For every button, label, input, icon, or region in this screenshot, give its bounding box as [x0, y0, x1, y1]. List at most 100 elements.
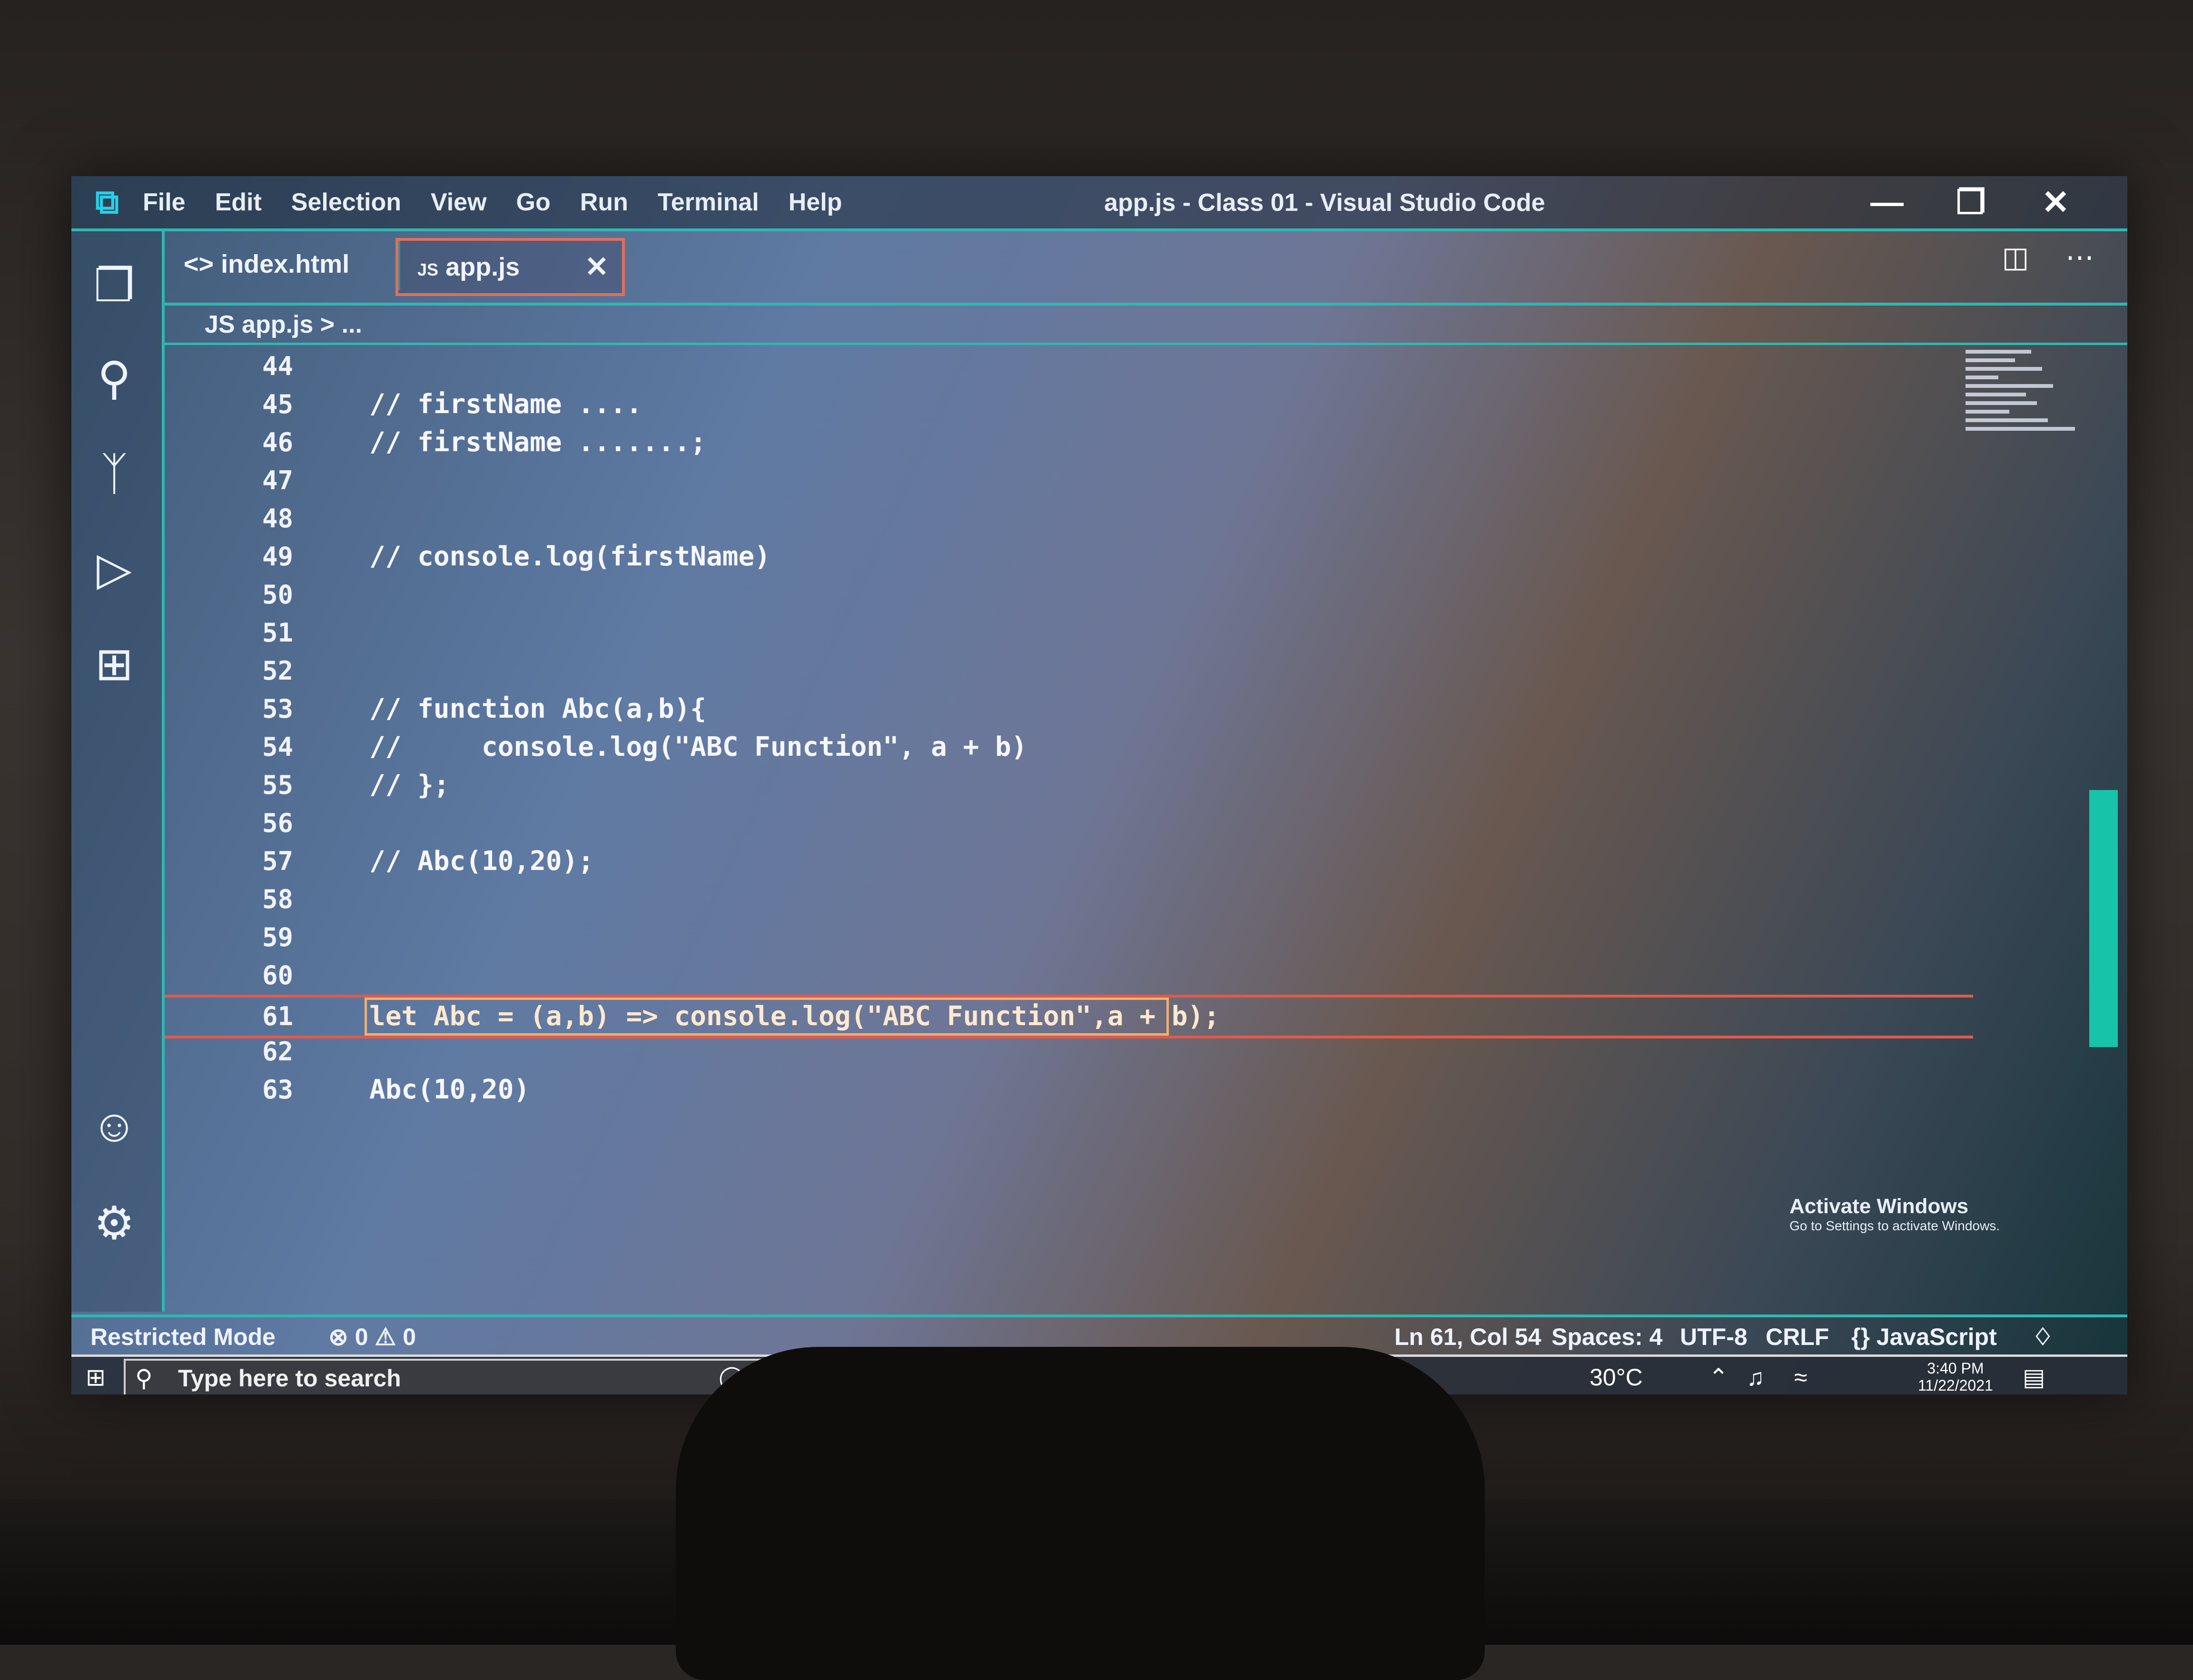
code-line[interactable]: 63 Abc(10,20)	[165, 1071, 1973, 1109]
code-text: // };	[369, 770, 450, 800]
explorer-icon[interactable]: ❐	[88, 260, 140, 312]
menu-edit[interactable]: Edit	[215, 188, 262, 217]
tab-app-js[interactable]: JS app.js ✕	[395, 238, 625, 296]
line-number: 63	[262, 1075, 293, 1105]
code-line[interactable]: 48	[165, 500, 1973, 538]
restricted-mode-indicator[interactable]: Restricted Mode	[90, 1323, 276, 1351]
code-line[interactable]: 60	[165, 957, 1973, 995]
vertical-scrollbar-thumb[interactable]	[2089, 790, 2118, 1047]
line-number: 53	[262, 694, 293, 724]
line-number: 48	[262, 504, 293, 534]
clock-date: 11/22/2021	[1918, 1377, 1993, 1394]
code-line[interactable]: 50	[165, 576, 1973, 614]
weather-widget[interactable]: 30°C	[1590, 1360, 1643, 1394]
code-text: // firstName ....	[369, 389, 642, 420]
code-line[interactable]: 62	[165, 1033, 1973, 1071]
code-text: // Abc(10,20);	[369, 846, 594, 877]
code-line[interactable]: 52	[165, 652, 1973, 690]
js-file-icon: JS	[417, 260, 439, 279]
problems-indicator[interactable]: ⊗ 0 ⚠ 0	[328, 1323, 416, 1351]
notification-icon[interactable]: ♢	[2032, 1323, 2054, 1351]
code-line[interactable]: 55 // };	[165, 766, 1973, 804]
tab-label: app.js	[445, 253, 520, 281]
projected-screen: ⧉ File Edit Selection View Go Run Termin…	[71, 176, 2127, 1394]
settings-gear-icon[interactable]: ⚙	[88, 1197, 140, 1250]
code-line[interactable]: 54 // console.log("ABC Function", a + b)	[165, 728, 1973, 766]
search-icon[interactable]: ⚲	[88, 353, 140, 405]
line-number: 55	[262, 770, 293, 800]
indentation[interactable]: Spaces: 4	[1551, 1323, 1662, 1351]
code-line[interactable]: 59	[165, 919, 1973, 957]
menu-terminal[interactable]: Terminal	[658, 188, 759, 217]
tab-label: index.html	[221, 250, 350, 278]
breadcrumb[interactable]: JS app.js > ...	[205, 310, 362, 339]
menu-help[interactable]: Help	[789, 188, 842, 217]
editor-actions: ◫ ⋯	[2002, 241, 2094, 274]
activate-title: Activate Windows	[1789, 1195, 1969, 1218]
split-editor-icon[interactable]: ◫	[2002, 241, 2029, 273]
menu-view[interactable]: View	[431, 188, 487, 217]
code-line[interactable]: 58	[165, 880, 1973, 919]
line-number: 62	[262, 1037, 293, 1067]
more-icon[interactable]: ⋯	[2065, 241, 2094, 273]
line-number: 57	[262, 846, 293, 876]
encoding[interactable]: UTF-8	[1680, 1323, 1748, 1351]
system-clock[interactable]: 3:40 PM 11/22/2021	[1918, 1360, 1993, 1394]
code-line[interactable]: 45 // firstName ....	[165, 385, 1973, 424]
selection-highlight	[365, 998, 1169, 1036]
menu-selection[interactable]: Selection	[291, 188, 401, 217]
close-window-button[interactable]: ✕	[2042, 183, 2070, 222]
code-line[interactable]: 44	[165, 347, 1973, 385]
line-number: 58	[262, 884, 293, 914]
close-tab-icon[interactable]: ✕	[585, 241, 609, 293]
code-line[interactable]: 46 // firstName .......;	[165, 424, 1973, 462]
taskbar-search[interactable]: ⚲ Type here to search	[124, 1359, 775, 1394]
language-mode[interactable]: {} JavaScript	[1851, 1323, 1997, 1351]
line-number: 49	[262, 542, 293, 572]
extensions-icon[interactable]: ⊞	[88, 638, 140, 691]
tray-chevron-icon[interactable]: ⌃	[1709, 1360, 1729, 1394]
minimap[interactable]	[1966, 350, 2075, 488]
line-number: 46	[262, 427, 293, 457]
windows-start-icon[interactable]: ⊞	[86, 1360, 106, 1394]
minimize-button[interactable]: —	[1870, 183, 1904, 221]
line-number: 50	[262, 580, 293, 610]
code-line[interactable]: 47	[165, 462, 1973, 500]
code-line[interactable]: 49 // console.log(firstName)	[165, 538, 1973, 576]
menu-file[interactable]: File	[143, 188, 186, 217]
restore-button[interactable]: ❐	[1956, 183, 1986, 222]
line-number: 59	[262, 922, 293, 952]
activate-subtitle: Go to Settings to activate Windows.	[1789, 1218, 2000, 1233]
code-line[interactable]: 56	[165, 804, 1973, 842]
menu-go[interactable]: Go	[516, 188, 551, 217]
viewer-silhouette	[676, 1347, 1485, 1680]
clock-time: 3:40 PM	[1927, 1360, 1984, 1377]
line-number: 51	[262, 618, 293, 648]
action-center-icon[interactable]: ▤	[2023, 1360, 2045, 1394]
line-number: 60	[262, 960, 293, 990]
account-icon[interactable]: ☺	[88, 1100, 140, 1152]
wifi-icon[interactable]: ≈	[1794, 1360, 1807, 1394]
tab-index-html[interactable]: <> index.html	[165, 238, 400, 290]
code-text: // console.log(firstName)	[369, 541, 771, 572]
search-icon: ⚲	[135, 1365, 153, 1392]
menu-run[interactable]: Run	[580, 188, 628, 217]
cursor-position[interactable]: Ln 61, Col 54	[1394, 1323, 1541, 1351]
code-editor[interactable]: 44 45 // firstName .... 46 // firstName ....…	[165, 347, 2127, 1309]
line-number: 61	[262, 1001, 293, 1031]
run-debug-icon[interactable]: ▷	[88, 543, 140, 595]
volume-icon[interactable]: ♫	[1747, 1360, 1765, 1394]
code-line[interactable]: 51	[165, 614, 1973, 652]
html-file-icon: <>	[184, 250, 214, 278]
editor-tabs: <> index.html JS app.js ✕ ◫ ⋯	[165, 231, 2127, 306]
code-line[interactable]: 57 // Abc(10,20);	[165, 842, 1973, 880]
active-code-line[interactable]: 61 let Abc = (a,b) => console.log("ABC Fu…	[165, 995, 1973, 1038]
code-line[interactable]: 53 // function Abc(a,b){	[165, 690, 1973, 728]
breadcrumb-divider	[165, 343, 2127, 345]
end-of-line[interactable]: CRLF	[1766, 1323, 1829, 1351]
source-control-icon[interactable]: ᛉ	[88, 448, 140, 500]
line-number: 47	[262, 465, 293, 495]
activate-windows-watermark: Activate Windows Go to Settings to activ…	[1789, 1195, 2000, 1234]
vscode-logo-icon: ⧉	[95, 183, 119, 220]
line-number: 45	[262, 389, 293, 419]
